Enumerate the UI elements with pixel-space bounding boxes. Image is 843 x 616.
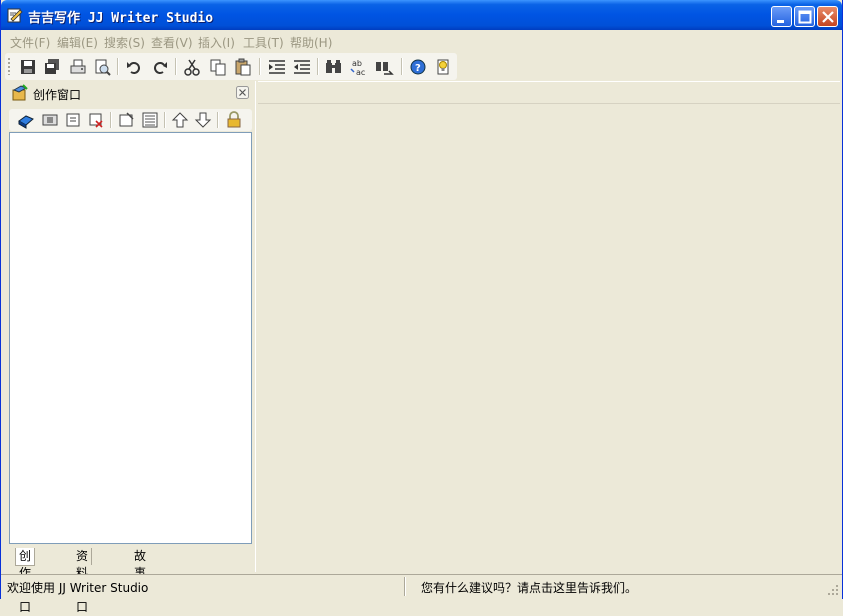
print-preview-icon[interactable]	[92, 57, 112, 77]
copy-icon[interactable]	[208, 57, 228, 77]
status-separator	[404, 577, 406, 596]
maximize-icon	[795, 7, 816, 28]
pane-close-icon[interactable]	[236, 86, 249, 99]
delete-icon[interactable]	[87, 111, 105, 129]
minimize-button[interactable]	[771, 6, 792, 27]
lock-icon[interactable]	[225, 111, 243, 129]
menu-tools[interactable]: 工具(T)	[243, 34, 284, 51]
book-icon[interactable]	[17, 111, 35, 129]
cut-icon[interactable]	[182, 57, 202, 77]
save-icon[interactable]	[18, 57, 38, 77]
toolbar-separator	[217, 112, 219, 128]
move-down-icon[interactable]	[194, 111, 212, 129]
tab-materials[interactable]: 资料窗口	[73, 548, 92, 565]
tip-icon[interactable]	[433, 57, 453, 77]
indent-icon[interactable]	[267, 57, 287, 77]
pane-header: 创作窗口	[5, 81, 255, 105]
undo-icon[interactable]	[124, 57, 144, 77]
toolbar-grip[interactable]	[8, 58, 10, 75]
toolbar-separator	[259, 58, 261, 75]
svg-text:ac: ac	[356, 68, 365, 77]
title-bar[interactable]: 吉吉写作 JJ Writer Studio	[1, 0, 842, 30]
creation-pane: 创作窗口	[5, 81, 255, 572]
toolbar-separator	[117, 58, 119, 75]
menu-file[interactable]: 文件(F)	[10, 34, 50, 51]
outline-icon[interactable]	[141, 111, 159, 129]
maximize-button[interactable]	[794, 6, 815, 27]
replace-icon[interactable]: abac	[349, 57, 369, 77]
pane-toolbar	[9, 109, 252, 131]
minimize-icon	[772, 7, 793, 28]
new-section-icon[interactable]	[64, 111, 82, 129]
outdent-icon[interactable]	[292, 57, 312, 77]
tab-creation[interactable]: 创作窗口	[15, 548, 35, 566]
toolbar-separator	[164, 112, 166, 128]
toolbar-separator	[401, 58, 403, 75]
toolbar-separator	[110, 112, 112, 128]
status-welcome: 欢迎使用 JJ Writer Studio	[7, 579, 148, 596]
toolbar-separator	[175, 58, 177, 75]
move-up-icon[interactable]	[171, 111, 189, 129]
paste-icon[interactable]	[233, 57, 253, 77]
creation-tree-view[interactable]	[9, 132, 252, 544]
save-all-icon[interactable]	[42, 57, 62, 77]
properties-icon[interactable]	[117, 111, 135, 129]
menu-search[interactable]: 搜索(S)	[104, 34, 145, 51]
find-icon[interactable]	[324, 57, 344, 77]
status-bar: 欢迎使用 JJ Writer Studio 您有什么建议吗？请点击这里告诉我们。	[1, 574, 842, 599]
main-window: 吉吉写作 JJ Writer Studio 文件(F) 编辑(E) 搜索(S) …	[0, 0, 843, 599]
find-next-icon[interactable]	[374, 57, 394, 77]
print-icon[interactable]	[68, 57, 88, 77]
close-button[interactable]	[817, 6, 838, 27]
app-icon	[7, 7, 23, 23]
toolbar-separator	[317, 58, 319, 75]
menu-bar: 文件(F) 编辑(E) 搜索(S) 查看(V) 插入(I) 工具(T) 帮助(H…	[1, 30, 842, 52]
feedback-link[interactable]: 您有什么建议吗？请点击这里告诉我们。	[421, 579, 637, 596]
redo-icon[interactable]	[150, 57, 170, 77]
svg-text:ab: ab	[352, 59, 362, 68]
book-quill-icon	[11, 84, 29, 102]
new-chapter-icon[interactable]	[41, 111, 59, 129]
menu-insert[interactable]: 插入(I)	[198, 34, 235, 51]
main-toolbar: abac ?	[5, 53, 457, 80]
svg-text:?: ?	[415, 63, 421, 74]
menu-view[interactable]: 查看(V)	[151, 34, 193, 51]
divider	[258, 81, 840, 82]
pane-title: 创作窗口	[33, 86, 81, 103]
window-title: 吉吉写作 JJ Writer Studio	[28, 7, 213, 26]
tab-story-tree[interactable]: 故事树	[131, 548, 149, 565]
help-icon[interactable]: ?	[408, 57, 428, 77]
menu-help[interactable]: 帮助(H)	[290, 34, 332, 51]
menu-edit[interactable]: 编辑(E)	[57, 34, 98, 51]
resize-grip-icon[interactable]	[827, 584, 839, 596]
divider	[258, 103, 840, 104]
document-area[interactable]	[258, 81, 840, 572]
close-icon	[818, 7, 839, 28]
